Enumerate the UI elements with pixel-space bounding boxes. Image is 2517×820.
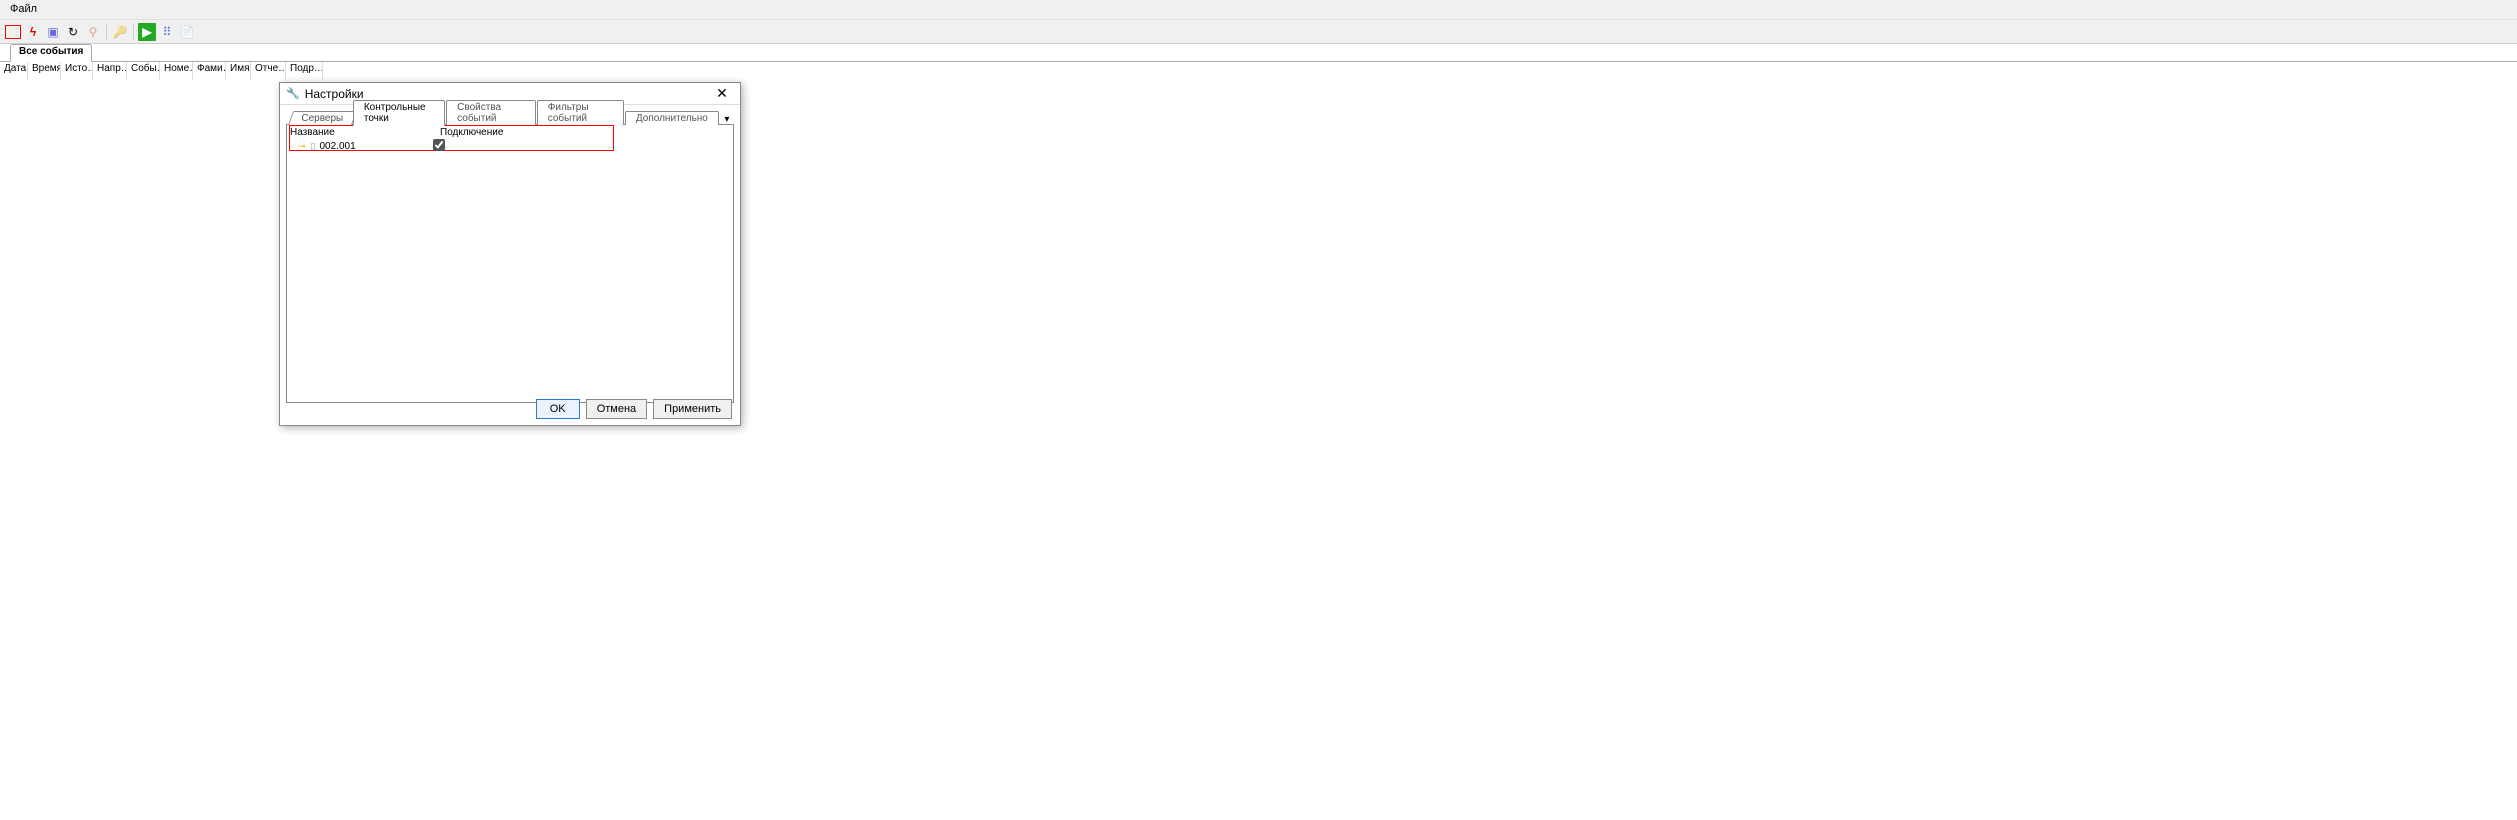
col-middlename[interactable]: Отче… xyxy=(251,62,286,80)
tab-event-properties[interactable]: Свойства событий xyxy=(446,100,536,125)
col-date[interactable]: Дата xyxy=(0,62,28,80)
row-label: 002.001 xyxy=(320,141,433,152)
toolbar-btn-flash[interactable]: ϟ xyxy=(24,23,42,41)
tab-all-events[interactable]: Все события xyxy=(10,44,92,62)
toolbar-separator xyxy=(106,24,107,40)
dialog-title-text: Настройки xyxy=(305,87,710,101)
dialog-content: Название Подключение ⊸ ▯ 002.001 xyxy=(286,125,734,403)
toolbar-btn-refresh[interactable]: ↻ xyxy=(64,23,82,41)
menu-file[interactable]: Файл xyxy=(6,2,41,16)
menu-bar: Файл xyxy=(0,0,2517,20)
col-firstname[interactable]: Имя xyxy=(226,62,251,80)
col-subdiv[interactable]: Подр… xyxy=(286,62,323,80)
row-checkbox[interactable] xyxy=(433,139,445,154)
apply-button[interactable]: Применить xyxy=(653,399,732,419)
tab-event-filters[interactable]: Фильтры событий xyxy=(537,100,624,125)
wrench-icon: 🔧 xyxy=(286,87,300,100)
column-headers: Дата Время Исто… Напр… Собы… Номе… Фами…… xyxy=(0,62,2517,80)
grid-header: Название Подключение xyxy=(287,125,733,139)
col-number[interactable]: Номе… xyxy=(160,62,193,80)
col-time[interactable]: Время xyxy=(28,62,61,80)
tab-servers[interactable]: Серверы xyxy=(288,111,357,125)
col-direction[interactable]: Напр… xyxy=(93,62,127,80)
rect-icon xyxy=(5,25,21,39)
toolbar-btn-run[interactable]: ▶ xyxy=(138,23,156,41)
col-source[interactable]: Исто… xyxy=(61,62,93,80)
col-lastname[interactable]: Фами… xyxy=(193,62,226,80)
toolbar-btn-grid[interactable]: ⠿ xyxy=(158,23,176,41)
tabs-overflow[interactable]: ▾ xyxy=(720,114,734,125)
toolbar-btn-1[interactable] xyxy=(4,23,22,41)
col-event[interactable]: Собы… xyxy=(127,62,160,80)
key-icon: ⊸ xyxy=(298,141,306,152)
toolbar-btn-server[interactable]: ▣ xyxy=(44,23,62,41)
close-button[interactable]: ✕ xyxy=(710,85,734,103)
tab-advanced[interactable]: Дополнительно xyxy=(625,111,719,125)
grid-header-name[interactable]: Название xyxy=(287,127,437,138)
ok-button[interactable]: OK xyxy=(536,399,580,419)
content-area: 🔧 Настройки ✕ Серверы Контрольные точки … xyxy=(0,80,2517,820)
toolbar-separator xyxy=(133,24,134,40)
main-tabs: Все события xyxy=(0,44,2517,62)
toolbar: ϟ ▣ ↻ ⚲ 🔑 ▶ ⠿ 📄 xyxy=(0,20,2517,44)
tab-control-points[interactable]: Контрольные точки xyxy=(353,100,445,126)
grid-row[interactable]: ⊸ ▯ 002.001 xyxy=(290,139,730,153)
toolbar-btn-filter[interactable]: ⚲ xyxy=(84,23,102,41)
node-icon: ▯ xyxy=(311,141,316,152)
grid-header-conn[interactable]: Подключение xyxy=(437,127,733,138)
toolbar-btn-doc[interactable]: 📄 xyxy=(178,23,196,41)
dialog-buttons: OK Отмена Применить xyxy=(536,399,732,419)
settings-dialog: 🔧 Настройки ✕ Серверы Контрольные точки … xyxy=(279,82,741,426)
dialog-tabs: Серверы Контрольные точки Свойства событ… xyxy=(280,105,740,125)
cancel-button[interactable]: Отмена xyxy=(586,399,647,419)
toolbar-btn-key[interactable]: 🔑 xyxy=(111,23,129,41)
